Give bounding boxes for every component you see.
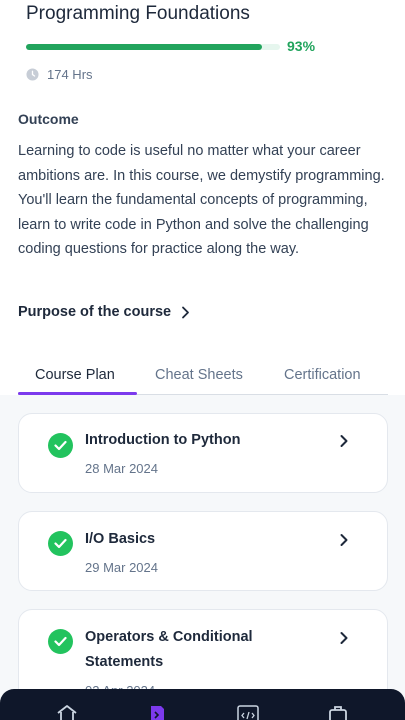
session-title: I/O Basics — [85, 531, 156, 547]
code-playground-icon[interactable] — [236, 703, 260, 720]
session-date: 29 Mar 2024 — [85, 560, 158, 575]
course-header: Programming Foundations 93% 174 Hrs Outc… — [0, 0, 405, 395]
active-tab-indicator — [18, 392, 137, 395]
session-card[interactable]: I/O Basics 29 Mar 2024 — [18, 511, 388, 591]
home-icon[interactable] — [55, 703, 79, 720]
course-progress-fill — [26, 44, 263, 50]
chevron-right-icon — [340, 534, 348, 546]
outcome-text: Learning to code is useful no matter wha… — [18, 143, 385, 257]
check-circle-icon — [48, 629, 73, 654]
tab-certification[interactable]: Certification — [284, 367, 361, 383]
course-progress-bar — [26, 44, 280, 50]
tab-course-plan[interactable]: Course Plan — [35, 367, 115, 383]
outcome-heading: Outcome — [18, 111, 79, 127]
chevron-right-icon — [340, 632, 348, 644]
course-hours-text: 174 Hrs — [47, 67, 93, 82]
session-title: Operators & Conditional Statements — [85, 629, 253, 670]
chevron-right-icon — [340, 435, 348, 447]
course-title: Programming Foundations — [26, 3, 250, 24]
course-progress-label: 93% — [287, 38, 316, 54]
courses-icon[interactable] — [145, 703, 169, 720]
session-date: 28 Mar 2024 — [85, 461, 158, 476]
session-card[interactable]: Introduction to Python 28 Mar 2024 — [18, 413, 388, 493]
purpose-of-course-label: Purpose of the course — [18, 304, 172, 320]
purpose-of-course-link[interactable]: Purpose of the course — [18, 304, 190, 320]
tab-cheat-sheets[interactable]: Cheat Sheets — [155, 367, 243, 383]
course-hours: 174 Hrs — [26, 67, 93, 82]
briefcase-icon[interactable] — [326, 703, 350, 720]
clock-icon — [26, 68, 39, 81]
check-circle-icon — [48, 531, 73, 556]
chevron-right-icon — [182, 306, 189, 318]
session-title: Introduction to Python — [85, 432, 241, 448]
bottom-navigation — [0, 689, 405, 720]
course-tabs: Course Plan Cheat Sheets Certification — [18, 364, 388, 395]
check-circle-icon — [48, 433, 73, 458]
